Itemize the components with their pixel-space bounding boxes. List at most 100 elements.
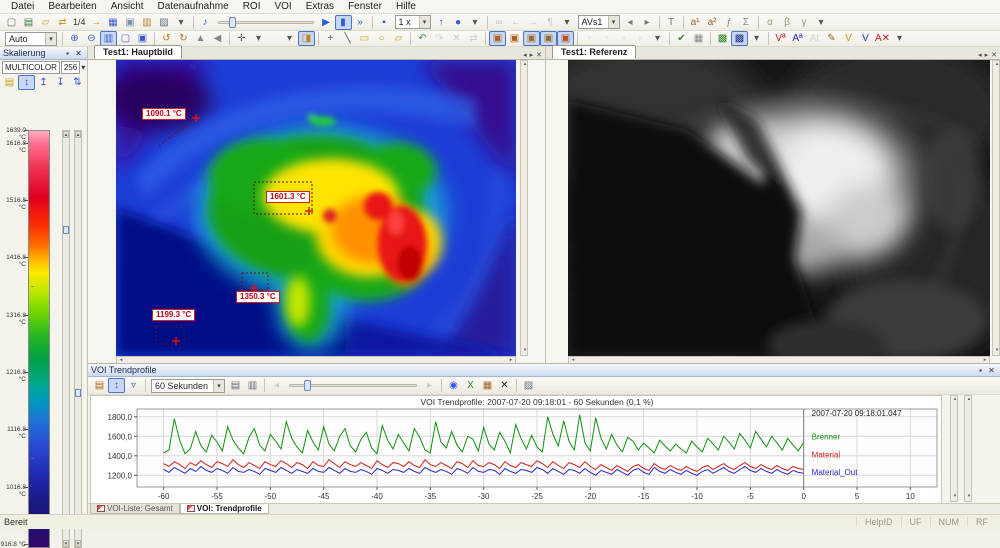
grid-icon[interactable]: ▦: [690, 31, 707, 46]
speed-combo[interactable]: 1 x▾: [395, 15, 431, 29]
scroll-up-icon[interactable]: ▴: [63, 131, 69, 138]
scale-expand-icon[interactable]: ⇅: [69, 75, 86, 90]
group-overflow-icon[interactable]: ▾: [649, 31, 666, 46]
pin-icon[interactable]: ▪: [62, 49, 73, 58]
scroll-down-icon[interactable]: ▾: [75, 540, 81, 547]
close-icon[interactable]: ✕: [991, 51, 997, 59]
roi-4-icon[interactable]: ▣: [540, 31, 557, 46]
scale-bottom-icon[interactable]: ↧: [52, 75, 69, 90]
chevron-down-icon[interactable]: ▾: [81, 63, 85, 72]
zoom-in-icon[interactable]: ⊕: [66, 31, 83, 46]
temperature-annotation[interactable]: 1199.3 °C: [152, 309, 195, 321]
undo-icon[interactable]: ↶: [414, 31, 431, 46]
zoom-out-icon[interactable]: ⊖: [83, 31, 100, 46]
menu-hilfe[interactable]: Hilfe: [389, 0, 423, 13]
legend-Brenner[interactable]: Brenner: [812, 433, 841, 442]
draw-line-icon[interactable]: ╲: [339, 31, 356, 46]
seq-gamma-icon[interactable]: γ: [796, 15, 813, 30]
ref-vertical-scrollbar[interactable]: ▴ ▾: [992, 60, 1000, 356]
avi-next-icon[interactable]: ▸: [639, 15, 656, 30]
avi-combo[interactable]: AVs1▾: [578, 15, 620, 29]
formula-sum-icon[interactable]: Σ: [738, 15, 755, 30]
marker-overflow-icon[interactable]: ▾: [559, 15, 576, 30]
tab-referenz[interactable]: Test1: Referenz: [552, 45, 636, 59]
trend-layers-icon[interactable]: ▤: [91, 378, 108, 393]
autoscale-icon[interactable]: ↕: [18, 75, 35, 90]
scale-min-slider[interactable]: ▴ ▾: [74, 130, 82, 548]
voi-edit-icon[interactable]: ✎: [823, 31, 840, 46]
group-1-icon[interactable]: ▫: [581, 31, 598, 46]
main-vertical-scrollbar[interactable]: ▴ ▾: [520, 60, 528, 356]
next-event-icon[interactable]: →: [525, 15, 542, 30]
trend-copy-icon[interactable]: ▥: [244, 378, 261, 393]
trend-print-icon[interactable]: ▨: [520, 378, 537, 393]
pause-icon[interactable]: ▮: [335, 15, 352, 30]
tab-next-icon[interactable]: ▸: [530, 51, 534, 59]
scroll-down-icon[interactable]: ▾: [521, 347, 529, 355]
stop-icon[interactable]: ▪: [376, 15, 393, 30]
seq-overflow-icon[interactable]: ▾: [813, 15, 830, 30]
group-3-icon[interactable]: ▫: [615, 31, 632, 46]
scale-max-slider[interactable]: ▴ ▾: [62, 130, 70, 548]
rotate-left-icon[interactable]: ↺: [158, 31, 175, 46]
trend-scrollbar-1[interactable]: ▴ ▾: [950, 395, 958, 502]
tab-prev-icon[interactable]: ◂: [523, 51, 527, 59]
play-icon[interactable]: ▶: [318, 15, 335, 30]
voi-table-icon[interactable]: ▩: [731, 31, 748, 46]
scale-top-icon[interactable]: ↥: [35, 75, 52, 90]
scroll-up-icon[interactable]: ▴: [993, 61, 1000, 69]
trend-autoscale-icon[interactable]: ↕: [108, 378, 125, 393]
pan-overflow-icon[interactable]: ▾: [250, 31, 267, 46]
menu-datei[interactable]: Datei: [4, 0, 41, 13]
roi-3-icon[interactable]: ▣: [523, 31, 540, 46]
scroll-up-icon[interactable]: ▴: [965, 396, 973, 404]
voi-more-icon[interactable]: ▾: [891, 31, 908, 46]
seq-alpha-icon[interactable]: α: [762, 15, 779, 30]
scroll-down-icon[interactable]: ▾: [63, 540, 69, 547]
new-report-icon[interactable]: ▤: [20, 15, 37, 30]
scroll-down-icon[interactable]: ▾: [993, 347, 1000, 355]
seq-beta-icon[interactable]: β: [779, 15, 796, 30]
scroll-up-icon[interactable]: ▴: [521, 61, 529, 69]
avi-prev-icon[interactable]: ◂: [622, 15, 639, 30]
open-sequence-icon[interactable]: ⇄: [54, 15, 71, 30]
prev-event-icon[interactable]: ←: [508, 15, 525, 30]
record-overflow-icon[interactable]: ▾: [467, 15, 484, 30]
tab-voi-liste[interactable]: VOI-Liste: Gesamt: [90, 504, 180, 514]
pan-icon[interactable]: ✛: [233, 31, 250, 46]
time-icon[interactable]: T: [663, 15, 680, 30]
redo-icon[interactable]: ↷: [431, 31, 448, 46]
tab-next-icon[interactable]: ▸: [985, 51, 989, 59]
close-icon[interactable]: ✕: [986, 366, 997, 375]
fast-forward-icon[interactable]: »: [352, 15, 369, 30]
trend-visibility-icon[interactable]: ◉: [445, 378, 462, 393]
tab-prev-icon[interactable]: ◂: [978, 51, 982, 59]
voi-value-icon[interactable]: Vª: [772, 31, 789, 46]
rotate-right-icon[interactable]: ↻: [175, 31, 192, 46]
trend-position-slider[interactable]: [289, 381, 417, 390]
draw-ellipse-icon[interactable]: ○: [373, 31, 390, 46]
mirror-icon[interactable]: ◀: [209, 31, 226, 46]
menu-ansicht[interactable]: Ansicht: [104, 0, 151, 13]
trend-back-icon[interactable]: ◂: [268, 378, 285, 393]
draw-polygon-icon[interactable]: ▱: [390, 31, 407, 46]
reference-image[interactable]: [568, 60, 990, 356]
palette-overflow-icon[interactable]: ▾: [281, 31, 298, 46]
trend-fwd-icon[interactable]: ▸: [421, 378, 438, 393]
group-4-icon[interactable]: ▫: [632, 31, 649, 46]
interval-combo[interactable]: 60 Sekunden▾: [151, 379, 225, 393]
voi-green-icon[interactable]: ▩: [714, 31, 731, 46]
goto-frame-icon[interactable]: →: [88, 15, 105, 30]
toolbar-overflow-icon[interactable]: ▾: [173, 15, 190, 30]
legend-Material_Out[interactable]: Material_Out: [812, 468, 859, 477]
draw-rect-icon[interactable]: ▭: [356, 31, 373, 46]
legend-Material[interactable]: Material: [812, 450, 841, 459]
image-2-icon[interactable]: ▣: [134, 31, 151, 46]
pin-icon[interactable]: ▪: [975, 366, 986, 375]
histogram-icon[interactable]: ▥: [100, 31, 117, 46]
scroll-down-icon[interactable]: ▾: [951, 493, 959, 501]
menu-voi[interactable]: VOI: [267, 0, 298, 13]
formula-a2-icon[interactable]: a²: [704, 15, 721, 30]
temperature-annotation[interactable]: 1350.3 °C: [236, 291, 280, 303]
menu-extras[interactable]: Extras: [299, 0, 341, 13]
